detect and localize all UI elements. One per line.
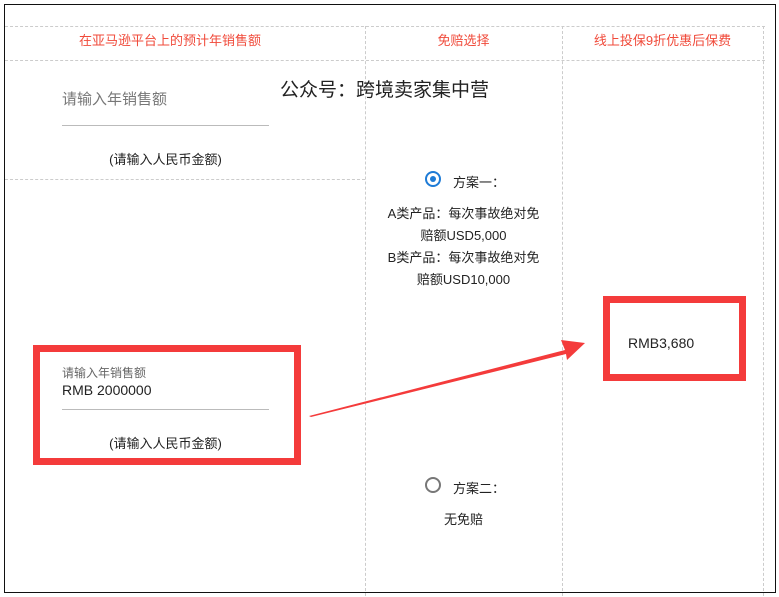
arrow-icon <box>309 340 585 417</box>
